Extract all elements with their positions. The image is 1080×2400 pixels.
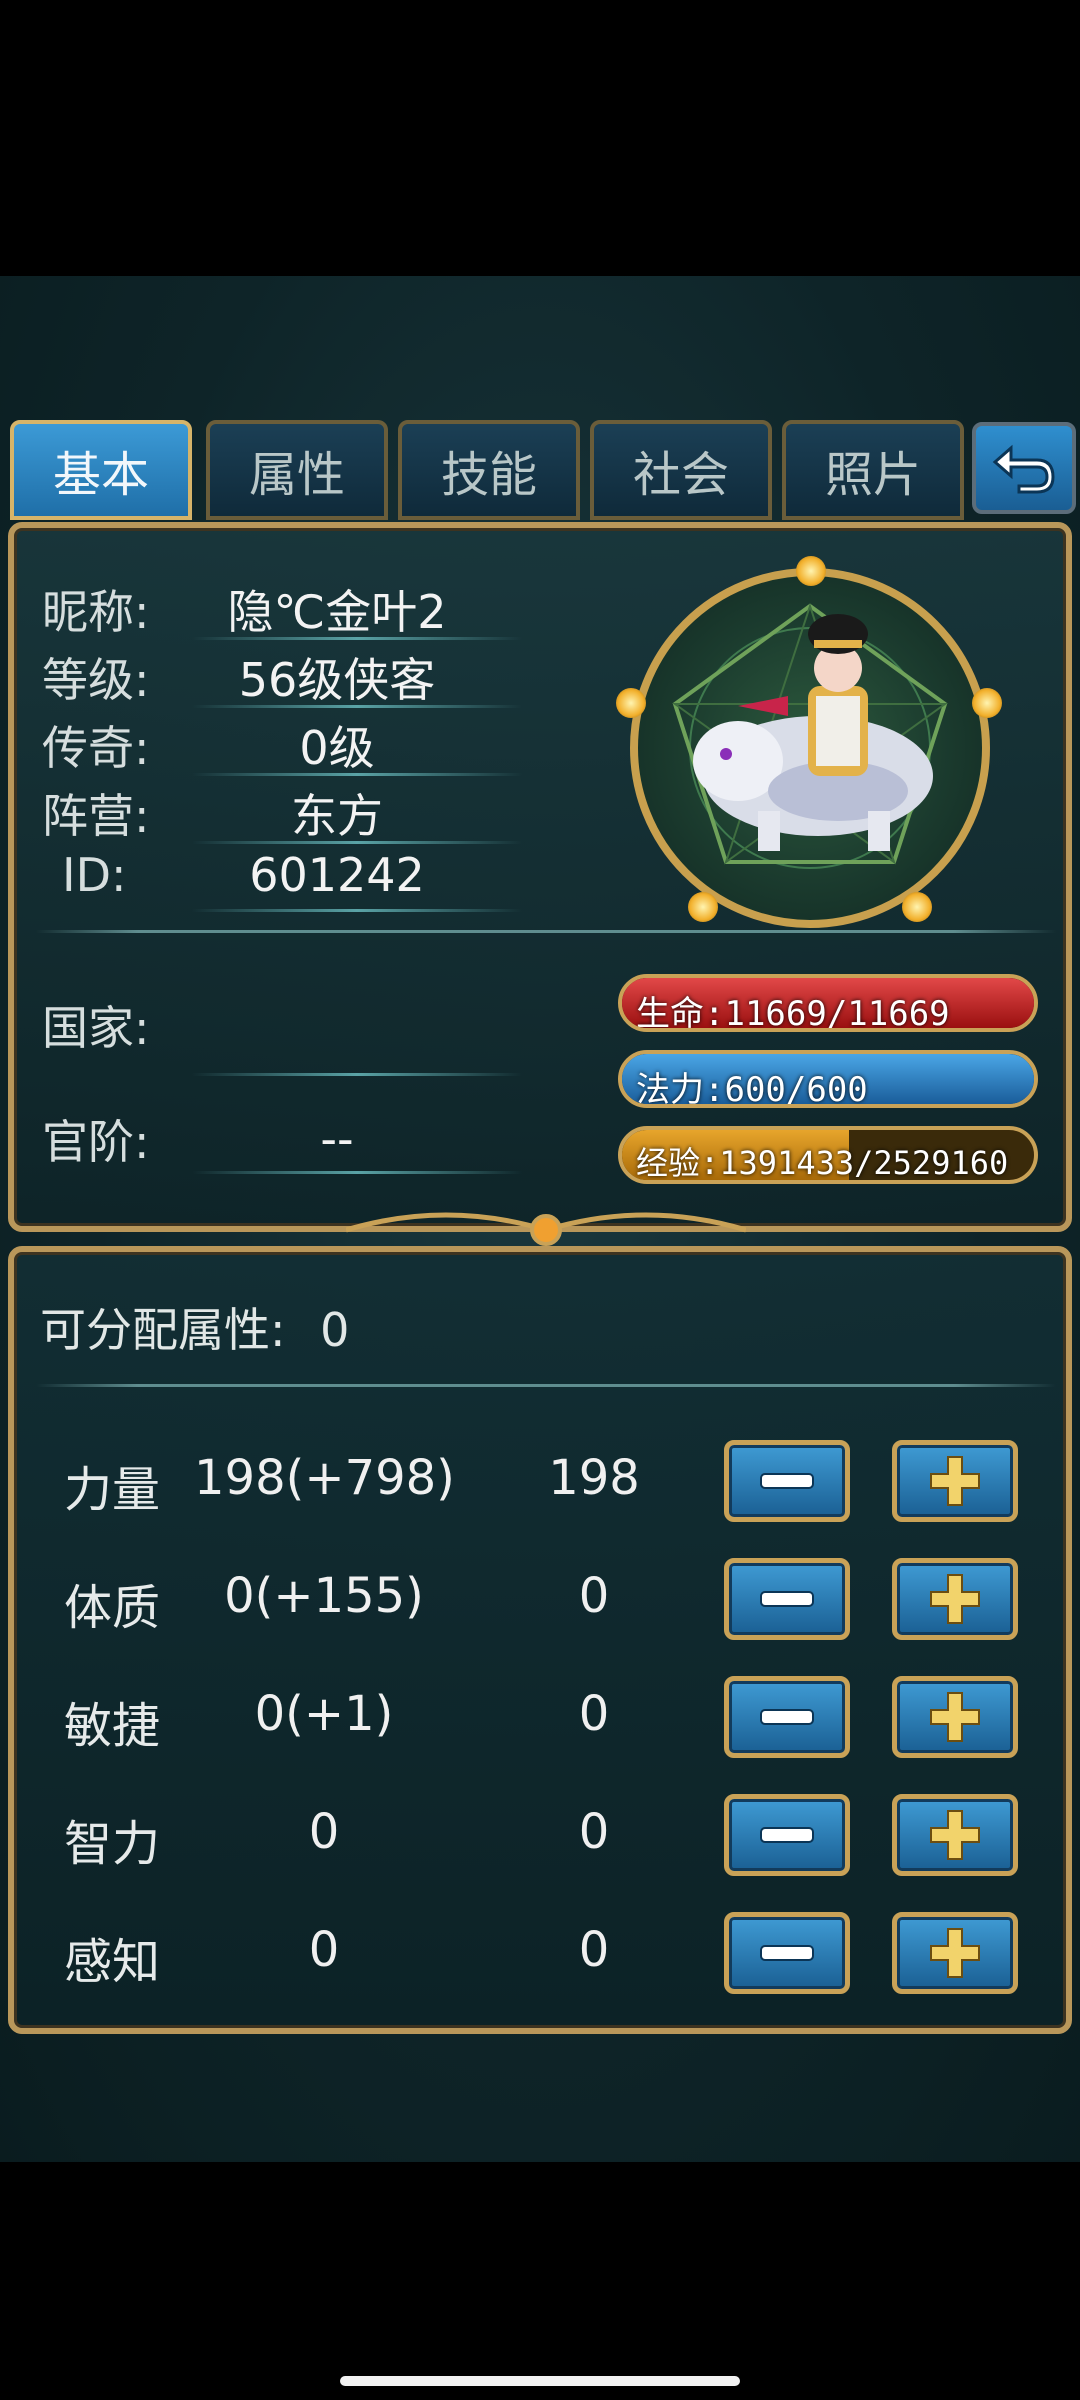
legend-value: 0级 (299, 721, 375, 775)
stat-row-perception: 感知 0 0 (14, 1902, 1066, 2002)
decrease-button[interactable] (724, 1440, 850, 1522)
minus-icon (760, 1945, 814, 1961)
plus-icon (930, 1456, 980, 1506)
attributes-panel: 可分配属性: 0 力量 198(+798) 198 体质 0(+155) 0 敏… (8, 1246, 1072, 2034)
stat-base: 0 (578, 1686, 610, 1742)
nickname-label: 昵称: (42, 585, 150, 639)
home-indicator[interactable] (340, 2376, 740, 2386)
rank-value: -- (320, 1112, 354, 1166)
xp-bar: 经验:1391433/2529160 (618, 1126, 1038, 1184)
underline (192, 1073, 522, 1076)
plus-icon (930, 1928, 980, 1978)
rank-label: 官阶: (42, 1115, 150, 1169)
orb-icon (616, 688, 646, 718)
plus-icon (930, 1574, 980, 1624)
level-value: 56级侠客 (238, 653, 436, 707)
camp-value: 东方 (291, 789, 383, 843)
stat-row-strength: 力量 198(+798) 198 (14, 1430, 1066, 1530)
hp-bar: 生命:11669/11669 (618, 974, 1038, 1032)
stat-total: 0(+1) (254, 1686, 394, 1742)
stat-name: 敏捷 (64, 1698, 161, 1754)
stat-name: 感知 (64, 1934, 161, 1990)
unassigned-points: 可分配属性: 0 (40, 1294, 349, 1360)
stat-base: 0 (578, 1568, 610, 1624)
underline (192, 1171, 522, 1174)
level-row: 等级: 56级侠客 (42, 640, 562, 708)
id-row: ID: 601242 (42, 844, 562, 912)
mp-bar: 法力:600/600 (618, 1050, 1038, 1108)
stat-base: 198 (548, 1450, 640, 1506)
nickname-row: 昵称: 隐℃金叶2 (42, 572, 562, 640)
tab-skills[interactable]: 技能 (398, 420, 580, 520)
stat-name: 智力 (64, 1816, 161, 1872)
underline (192, 909, 522, 912)
plus-icon (930, 1692, 980, 1742)
decrease-button[interactable] (724, 1676, 850, 1758)
profile-panel: 昵称: 隐℃金叶2 等级: 56级侠客 传奇: 0级 阵营: 东方 ID: 60… (8, 522, 1072, 1246)
stat-total: 0 (308, 1922, 340, 1978)
increase-button[interactable] (892, 1912, 1018, 1994)
orb-icon (972, 688, 1002, 718)
decrease-button[interactable] (724, 1794, 850, 1876)
id-label: ID: (62, 848, 127, 902)
minus-icon (760, 1473, 814, 1489)
minus-icon (760, 1591, 814, 1607)
orb-icon (902, 892, 932, 922)
minus-icon (760, 1827, 814, 1843)
pentagram-icon (671, 602, 949, 869)
stat-total: 0 (308, 1804, 340, 1860)
ornament-icon (346, 1212, 746, 1246)
stat-base: 0 (578, 1922, 610, 1978)
rank-row: 官阶: -- (42, 1102, 562, 1174)
back-arrow-icon (992, 444, 1055, 494)
tab-bar: 基本 属性 技能 社会 照片 (0, 412, 1080, 522)
stat-row-constitution: 体质 0(+155) 0 (14, 1548, 1066, 1648)
stat-row-agility: 敏捷 0(+1) 0 (14, 1666, 1066, 1766)
increase-button[interactable] (892, 1440, 1018, 1522)
divider (36, 930, 1056, 933)
nickname-value: 隐℃金叶2 (227, 585, 447, 639)
hp-text: 生命:11669/11669 (636, 994, 950, 1032)
stat-base: 0 (578, 1804, 610, 1860)
minus-icon (760, 1709, 814, 1725)
decrease-button[interactable] (724, 1558, 850, 1640)
stat-name: 力量 (64, 1462, 161, 1518)
tab-attributes[interactable]: 属性 (206, 420, 388, 520)
legend-row: 传奇: 0级 (42, 708, 562, 776)
divider (36, 1384, 1056, 1387)
increase-button[interactable] (892, 1676, 1018, 1758)
tab-basic[interactable]: 基本 (10, 420, 192, 520)
points-label: 可分配属性: (40, 1303, 286, 1357)
stat-row-intelligence: 智力 0 0 (14, 1784, 1066, 1884)
country-row: 国家: (42, 988, 562, 1076)
increase-button[interactable] (892, 1558, 1018, 1640)
plus-icon (930, 1810, 980, 1860)
increase-button[interactable] (892, 1794, 1018, 1876)
orb-icon (688, 892, 718, 922)
character-screen: 基本 属性 技能 社会 照片 昵称: 隐℃金叶2 等级: 56级侠客 传奇: 0… (0, 276, 1080, 2162)
id-value: 601242 (249, 848, 425, 902)
stat-total: 198(+798) (194, 1450, 455, 1506)
decrease-button[interactable] (724, 1912, 850, 1994)
back-button[interactable] (972, 422, 1076, 514)
level-label: 等级: (42, 653, 150, 707)
mp-text: 法力:600/600 (636, 1070, 868, 1108)
tab-photos[interactable]: 照片 (782, 420, 964, 520)
stat-total: 0(+155) (224, 1568, 424, 1624)
xp-text: 经验:1391433/2529160 (636, 1144, 1009, 1182)
country-label: 国家: (42, 1001, 150, 1055)
orb-icon (796, 556, 826, 586)
legend-label: 传奇: (42, 721, 150, 775)
camp-row: 阵营: 东方 (42, 776, 562, 844)
camp-label: 阵营: (42, 789, 150, 843)
stat-name: 体质 (64, 1580, 161, 1636)
points-value: 0 (320, 1303, 350, 1357)
tab-social[interactable]: 社会 (590, 420, 772, 520)
character-portrait[interactable] (616, 556, 1002, 928)
